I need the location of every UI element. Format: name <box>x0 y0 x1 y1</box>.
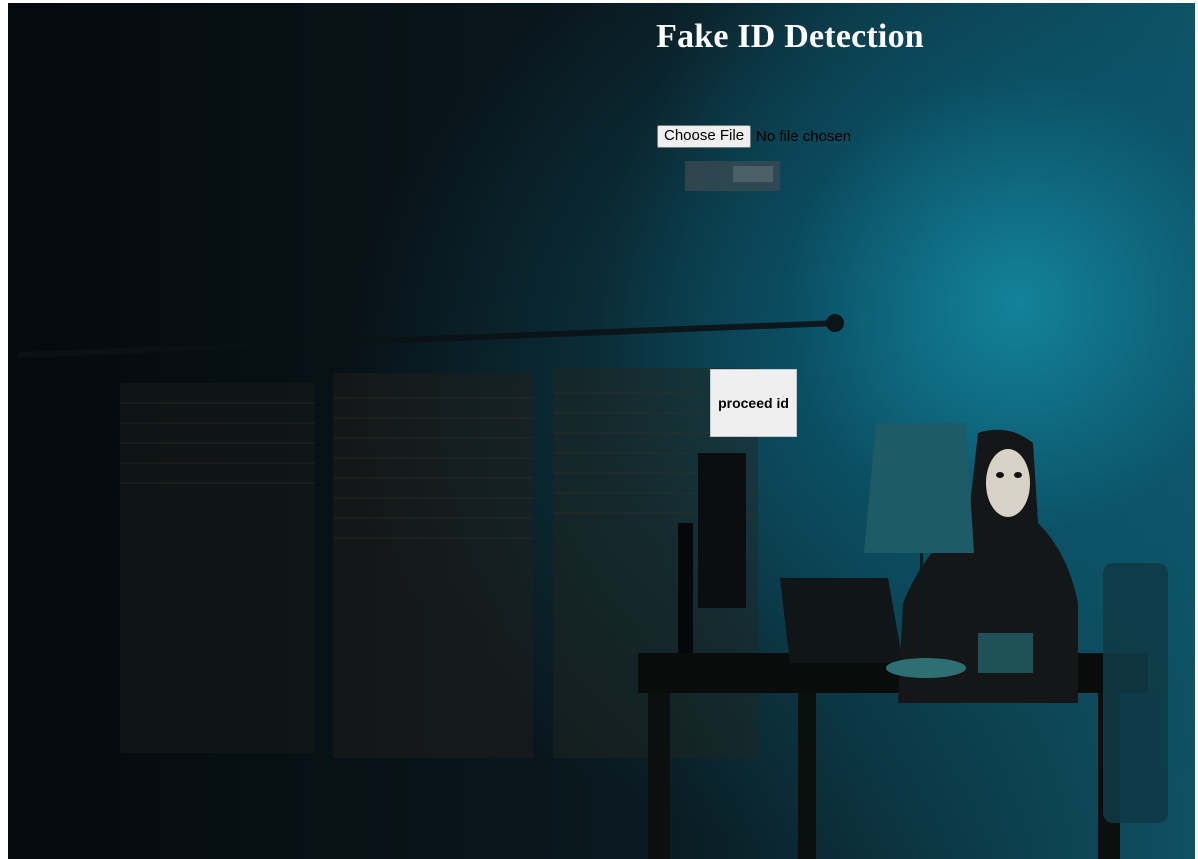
frame-top-edge <box>0 0 1198 3</box>
page: Fake ID Detection Choose File No file ch… <box>0 0 1198 859</box>
room-scene-illustration <box>17 161 1168 859</box>
proceed-id-button[interactable]: proceed id <box>710 369 797 437</box>
page-title: Fake ID Detection <box>656 18 924 55</box>
file-upload-row: Choose File No file chosen <box>657 125 851 148</box>
file-status-text: No file chosen <box>756 128 852 145</box>
background-photo <box>8 3 1195 859</box>
frame-left-edge <box>0 0 8 859</box>
choose-file-button[interactable]: Choose File <box>657 125 752 148</box>
